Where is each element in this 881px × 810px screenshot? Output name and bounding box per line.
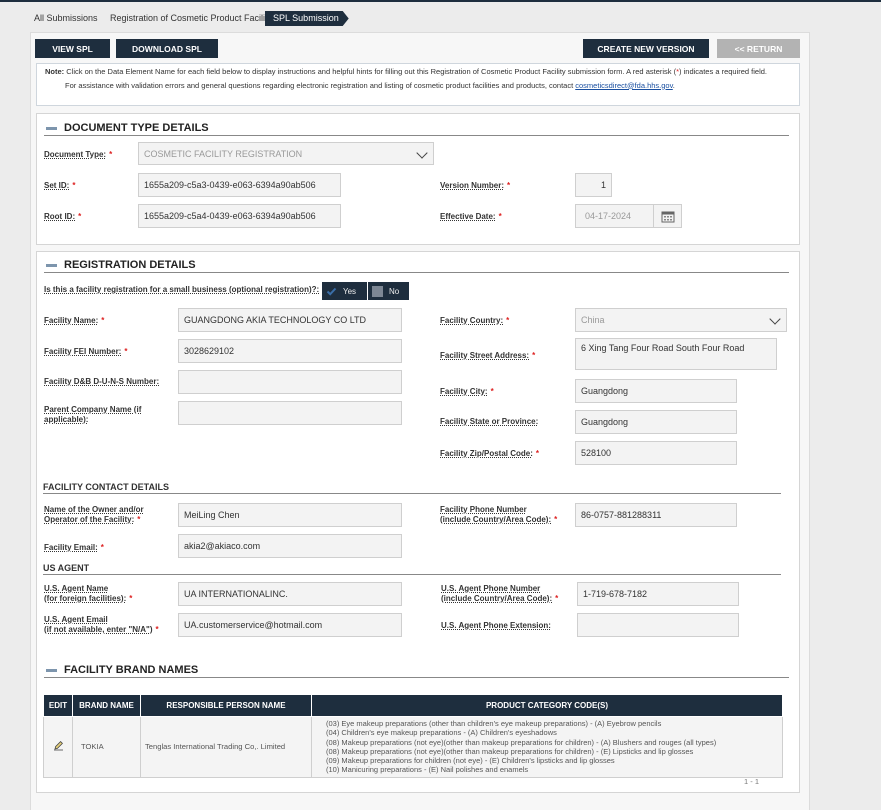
facility-contact-title: FACILITY CONTACT DETAILS [43,482,169,492]
us-agent-name-label[interactable]: U.S. Agent Name (for foreign facilities):… [44,584,132,604]
document-type-select[interactable]: COSMETIC FACILITY REGISTRATION [138,142,434,165]
facility-email-field[interactable]: akia2@akiaco.com [178,534,402,558]
note-text-1: Click on the Data Element Name for each … [64,67,677,76]
responsible-person-cell: Tenglas International Trading Co,. Limit… [140,716,312,778]
us-agent-email-field[interactable]: UA.customerservice@hotmail.com [178,613,402,637]
chevron-down-icon [416,147,428,159]
category-code: (09) Makeup preparations for children (n… [326,756,615,766]
brand-names-table: EDIT BRAND NAME RESPONSIBLE PERSON NAME … [43,694,783,778]
us-agent-phone-field[interactable]: 1-719-678-7182 [577,582,739,606]
set-id-field[interactable]: 1655a209-c5a3-0439-e063-6394a90ab506 [138,173,341,197]
effective-date-field[interactable]: 04-17-2024 [575,204,682,228]
category-code: (08) Makeup preparations (not eye)(other… [326,737,717,747]
collapse-icon [46,668,57,672]
us-agent-name-field[interactable]: UA INTERNATIONALINC. [178,582,402,606]
facility-state-label[interactable]: Facility State or Province: [440,417,538,427]
facility-city-label[interactable]: Facility City: * [440,387,494,397]
category-code: (04) Children's eye makeup preparations … [326,728,557,738]
column-header-edit: EDIT [43,694,73,717]
section-divider [43,574,781,575]
root-id-label[interactable]: Root ID: * [44,212,81,222]
facility-phone-field[interactable]: 86-0757-881288311 [575,503,737,527]
return-button[interactable]: << RETURN [717,39,800,58]
note-text-2: For assistance with validation errors an… [65,80,576,90]
facility-email-label[interactable]: Facility Email: * [44,543,104,553]
chevron-down-icon [769,313,781,325]
category-code: (10) Manicuring preparations - (E) Nail … [326,765,529,775]
note-text-2-end: . [672,80,675,90]
facility-country-label[interactable]: Facility Country: * [440,316,509,326]
top-border [0,0,881,2]
table-header-row: EDIT BRAND NAME RESPONSIBLE PERSON NAME … [43,694,783,717]
breadcrumb-registration[interactable]: Registration of Cosmetic Product Facilit… [110,11,272,26]
us-agent-extension-field[interactable] [577,613,739,637]
unchecked-box-icon [372,285,383,297]
section-divider [43,493,781,494]
facility-state-field[interactable]: Guangdong [575,410,737,434]
edit-cell [43,716,73,778]
table-row: TOKIA Tenglas International Trading Co,.… [43,716,783,778]
us-agent-email-label[interactable]: U.S. Agent Email (if not available, enter… [44,615,159,635]
category-code: (03) Eye makeup preparations (other than… [326,719,662,728]
facility-duns-label[interactable]: Facility D&B D-U-N-S Number: [44,377,159,387]
section-divider [44,272,789,273]
note-text-1b: ) indicates a required field. [679,67,768,76]
column-header-brand-name: BRAND NAME [72,694,141,717]
owner-name-field[interactable]: MeiLing Chen [178,503,402,527]
version-number-label[interactable]: Version Number: * [440,181,510,191]
download-spl-button[interactable]: DOWNLOAD SPL [116,39,218,58]
effective-date-label[interactable]: Effective Date: * [440,212,502,222]
collapse-icon [46,263,57,267]
root-id-field[interactable]: 1655a209-c5a4-0439-e063-6394a90ab506 [138,204,341,228]
instructions-note: Note: Click on the Data Element Name for… [36,63,800,106]
section-divider [44,135,789,136]
small-business-label[interactable]: Is this a facility registration for a sm… [44,285,319,295]
document-type-title[interactable]: DOCUMENT TYPE DETAILS [46,122,209,134]
owner-name-label[interactable]: Name of the Owner and/or Operator of the … [44,505,144,525]
table-pager-info: 1 - 1 [744,777,760,786]
facility-zip-field[interactable]: 528100 [575,441,737,465]
facility-name-field[interactable]: GUANGDONG AKIA TECHNOLOGY CO LTD [178,308,402,332]
facility-name-label[interactable]: Facility Name: * [44,316,104,326]
facility-brand-names-title[interactable]: FACILITY BRAND NAMES [46,664,198,676]
pencil-edit-icon[interactable] [53,741,64,753]
small-business-yes-option[interactable]: Yes [322,282,367,300]
facility-street-label[interactable]: Facility Street Address: * [440,351,535,361]
version-number-field[interactable]: 1 [575,173,612,197]
breadcrumb-all-submissions[interactable]: All Submissions [34,11,98,26]
facility-fei-field[interactable]: 3028629102 [178,339,402,363]
category-code: (08) Makeup preparations (not eye)(other… [326,746,694,756]
us-agent-extension-label[interactable]: U.S. Agent Phone Extension: [441,621,551,631]
product-category-cell: (03) Eye makeup preparations (other than… [311,716,783,778]
column-header-product-category: PRODUCT CATEGORY CODE(S) [311,694,783,717]
calendar-icon[interactable] [653,205,681,227]
collapse-icon [46,126,57,130]
breadcrumb-spl-submission: SPL Submission [265,11,349,26]
facility-country-select[interactable]: China [575,308,787,332]
create-new-version-button[interactable]: CREATE NEW VERSION [583,39,709,58]
section-divider [44,677,789,678]
us-agent-phone-label[interactable]: U.S. Agent Phone Number (include Country/… [441,584,558,604]
parent-company-field[interactable] [178,401,402,425]
registration-details-title[interactable]: REGISTRATION DETAILS [46,259,196,271]
facility-phone-label[interactable]: Facility Phone Number (include Country/Ar… [440,505,557,525]
brand-name-cell: TOKIA [72,716,141,778]
us-agent-title: US AGENT [43,563,90,573]
parent-company-label[interactable]: Parent Company Name (if applicable): [44,405,141,425]
facility-city-field[interactable]: Guangdong [575,379,737,403]
contact-email-link[interactable]: cosmeticsdirect@fda.hhs.gov [575,81,673,90]
set-id-label[interactable]: Set ID: * [44,181,75,191]
facility-duns-field[interactable] [178,370,402,394]
note-label: Note: [45,67,65,76]
facility-street-field[interactable]: 6 Xing Tang Four Road South Four Road [575,338,777,370]
small-business-no-option[interactable]: No [368,282,409,300]
checkmark-icon [326,286,337,297]
facility-zip-label[interactable]: Facility Zip/Postal Code: * [440,449,539,459]
document-type-label[interactable]: Document Type: * [44,150,112,160]
facility-fei-label[interactable]: Facility FEI Number: * [44,347,127,357]
column-header-responsible-person: RESPONSIBLE PERSON NAME [140,694,312,717]
view-spl-button[interactable]: VIEW SPL [35,39,110,58]
